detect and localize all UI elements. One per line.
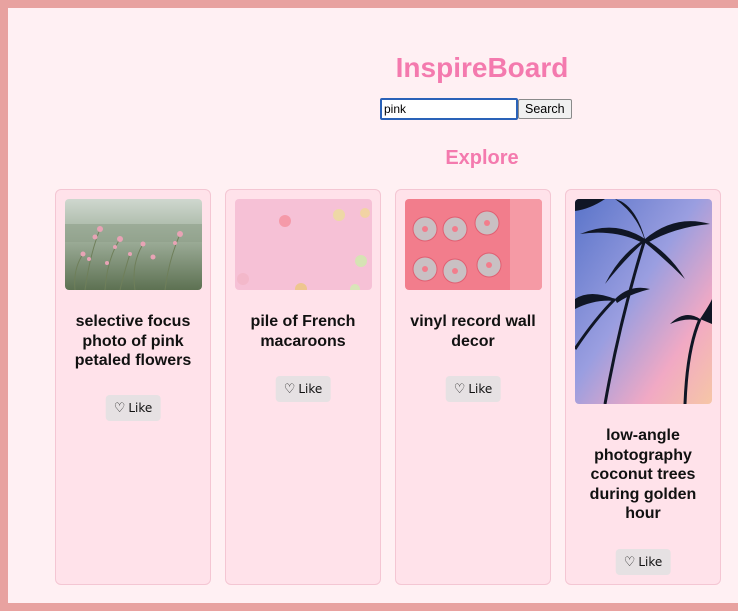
app-frame: InspireBoard Search Explore (0, 0, 738, 611)
like-label: Like (638, 555, 663, 569)
like-label: Like (468, 382, 493, 396)
pin-card: low-angle photography coconut trees duri… (565, 189, 721, 585)
pin-card-partial (404, 606, 560, 611)
pin-card: pile of French macaroons ♡ Like (225, 189, 381, 585)
heart-outline-icon: ♡ (453, 381, 466, 397)
search-form: Search (380, 98, 572, 120)
section-title: Explore (445, 147, 519, 169)
pin-caption: low-angle photography coconut trees duri… (589, 427, 697, 522)
pin-caption: vinyl record wall decor (410, 313, 536, 350)
pin-card: selective focus photo of pink petaled fl… (55, 189, 211, 585)
app-title: InspireBoard (395, 52, 569, 83)
like-button[interactable]: ♡ Like (105, 395, 161, 421)
heart-outline-icon: ♡ (113, 400, 126, 416)
heart-outline-icon: ♡ (283, 381, 296, 397)
like-button[interactable]: ♡ Like (445, 376, 501, 402)
like-button[interactable]: ♡ Like (275, 376, 331, 402)
pin-image-macaroons[interactable] (235, 199, 372, 290)
pin-card: vinyl record wall decor ♡ Like (395, 189, 551, 585)
pin-image-palm-trees[interactable] (575, 199, 712, 404)
like-label: Like (298, 382, 323, 396)
search-button[interactable]: Search (518, 99, 572, 119)
search-input[interactable] (380, 98, 518, 120)
pin-caption: pile of French macaroons (250, 313, 356, 350)
pin-image-flowers[interactable] (65, 199, 202, 290)
like-label: Like (128, 401, 153, 415)
pin-caption: selective focus photo of pink petaled fl… (74, 313, 192, 369)
like-button[interactable]: ♡ Like (615, 549, 671, 575)
pin-image-vinyl[interactable] (405, 199, 542, 290)
heart-outline-icon: ♡ (623, 554, 636, 570)
